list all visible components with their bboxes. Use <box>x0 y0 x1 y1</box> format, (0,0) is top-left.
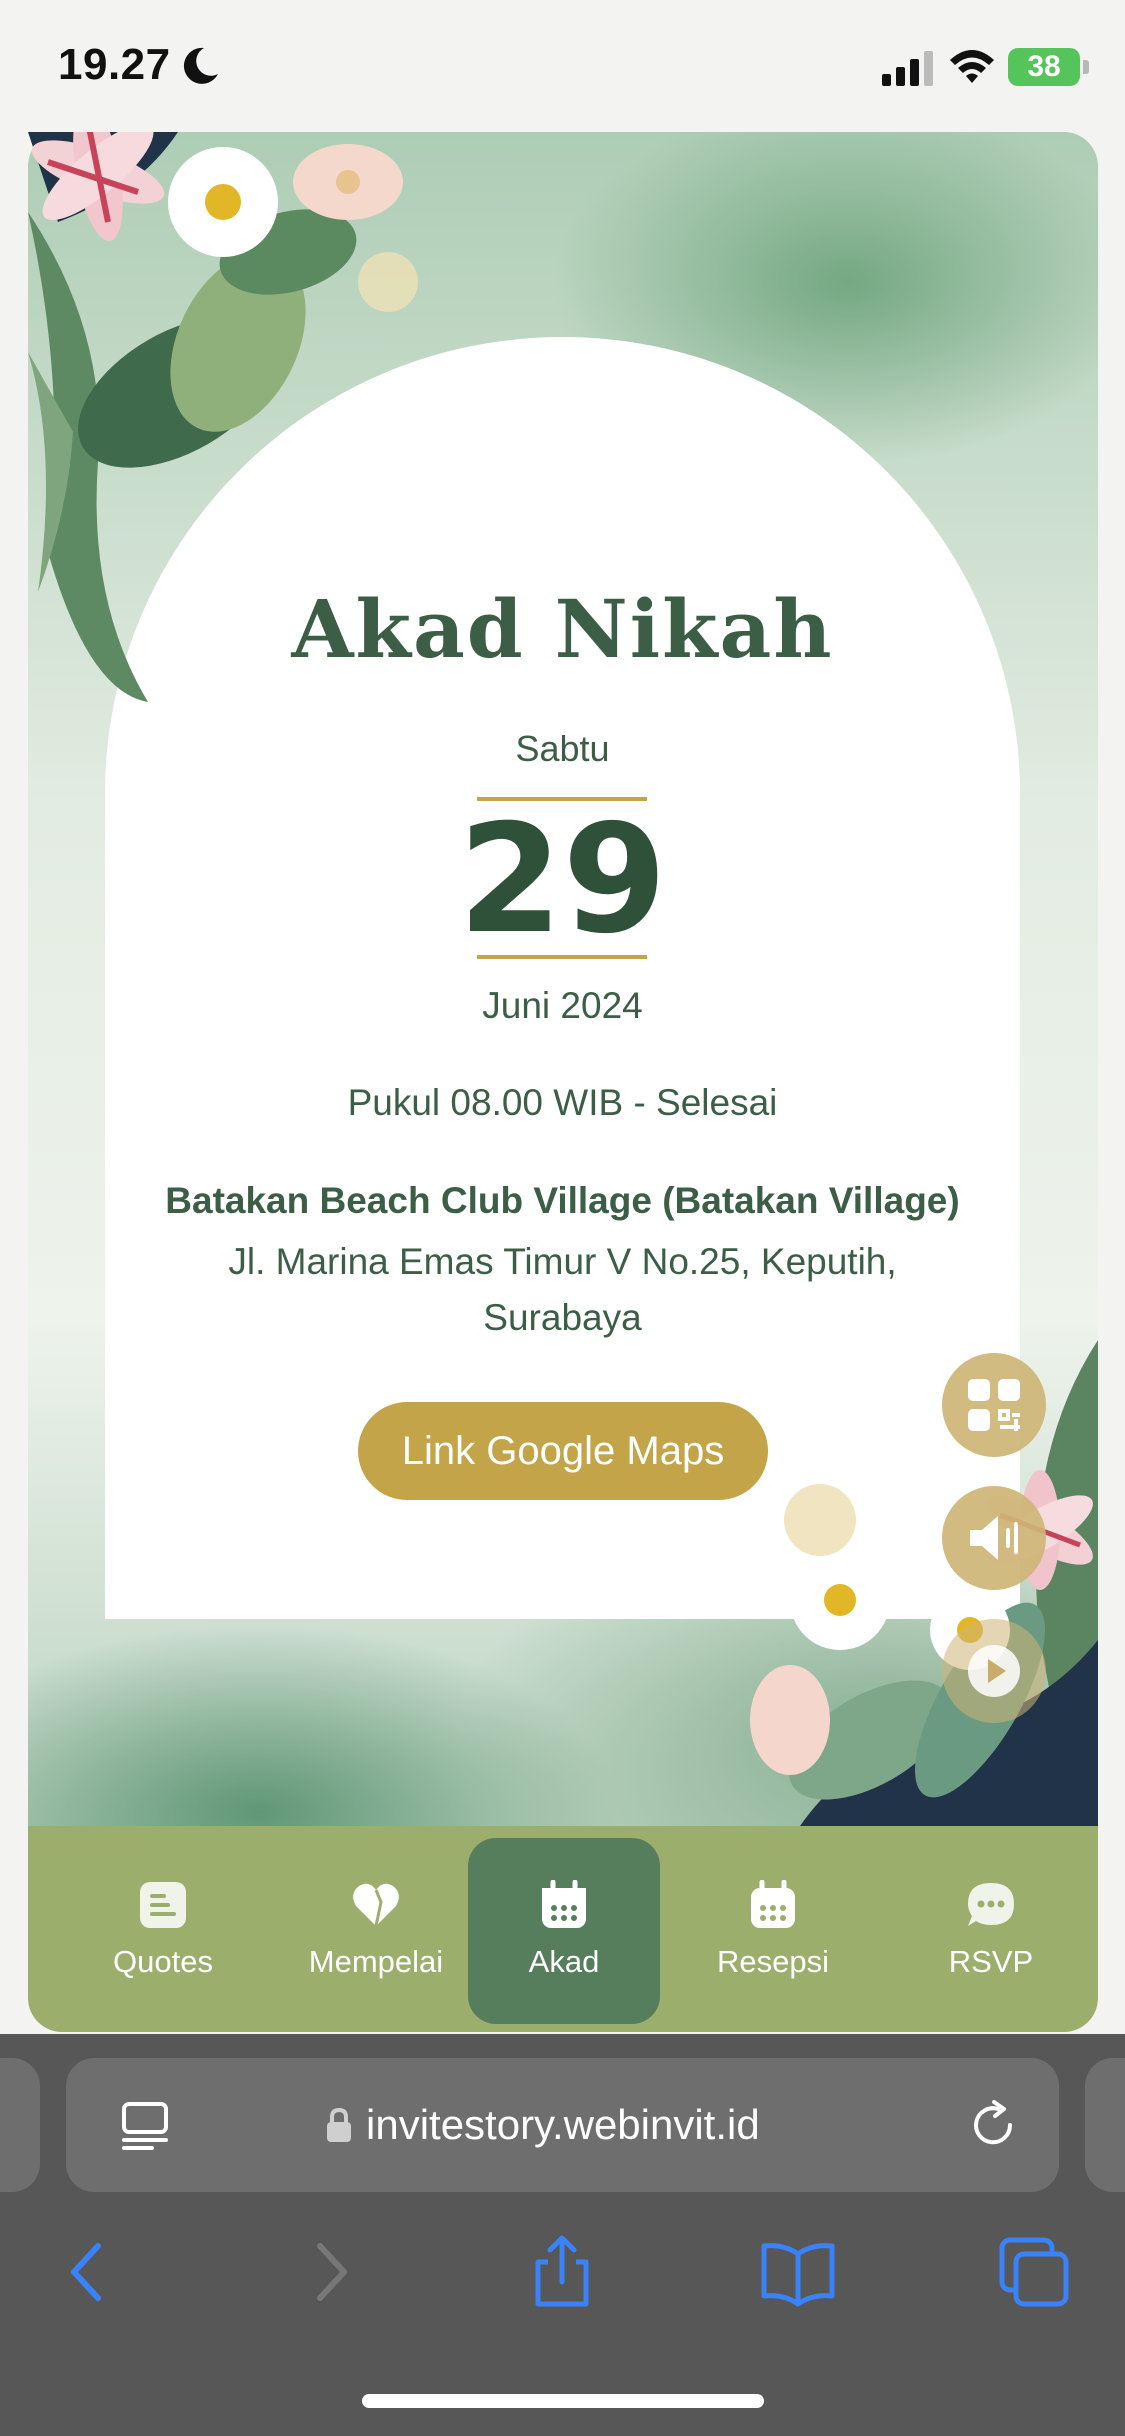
tabs-icon[interactable] <box>994 2232 1074 2312</box>
quote-doc-icon <box>140 1882 186 1928</box>
nav-label: Quotes <box>113 1944 213 1979</box>
home-indicator[interactable] <box>362 2394 764 2408</box>
status-time: 19.27 <box>58 40 171 89</box>
address-bar[interactable]: invitestory.webinvit.id <box>66 2058 1059 2192</box>
event-month-year: Juni 2024 <box>482 985 643 1026</box>
back-icon[interactable] <box>48 2232 128 2312</box>
calendar-icon <box>751 1880 795 1928</box>
nav-tab-rsvp[interactable]: RSVP <box>896 1826 1086 2032</box>
cellular-signal-icon <box>882 51 933 86</box>
nav-tab-quotes[interactable]: Quotes <box>68 1826 258 2032</box>
qr-code-icon <box>968 1379 1020 1431</box>
next-tab-peek[interactable] <box>1085 2058 1125 2192</box>
chat-bubble-icon <box>968 1883 1014 1926</box>
event-venue: Batakan Beach Club Village (Batakan Vill… <box>165 1180 960 1221</box>
google-maps-button[interactable]: Link Google Maps <box>358 1402 768 1500</box>
event-time: Pukul 08.00 WIB - Selesai <box>347 1082 778 1123</box>
calendar-icon <box>542 1880 586 1928</box>
speaker-icon <box>970 1516 1018 1560</box>
previous-tab-peek[interactable] <box>0 2058 40 2192</box>
nav-tab-mempelai[interactable]: Mempelai <box>281 1826 471 2032</box>
nav-tab-resepsi[interactable]: Resepsi <box>678 1826 868 2032</box>
bookmarks-icon[interactable] <box>758 2232 838 2312</box>
music-toggle-button[interactable] <box>942 1486 1046 1590</box>
battery-indicator: 38 <box>1008 48 1089 86</box>
qr-code-button[interactable] <box>942 1353 1046 1457</box>
reader-mode-icon[interactable] <box>116 2096 174 2154</box>
reload-icon[interactable] <box>964 2096 1022 2154</box>
nav-label: Resepsi <box>717 1944 829 1979</box>
share-icon[interactable] <box>522 2232 602 2312</box>
date-divider-bottom <box>477 955 647 959</box>
forward-icon[interactable] <box>290 2232 370 2312</box>
event-title: Akad Nikah <box>291 582 834 676</box>
lock-icon <box>327 2107 351 2142</box>
autoplay-button[interactable] <box>942 1619 1046 1723</box>
moon-icon <box>183 47 218 84</box>
nav-label: Akad <box>528 1944 600 1979</box>
event-address: Jl. Marina Emas Timur V No.25, Keputih, … <box>228 1241 897 1338</box>
status-bar: 19.27 38 <box>0 0 1125 130</box>
section-nav-bar: Quotes Mempelai Akad Resepsi RSVP <box>28 1826 1098 2032</box>
heart-icon <box>353 1883 399 1927</box>
nav-tab-akad[interactable]: Akad <box>468 1838 660 2024</box>
play-icon <box>968 1645 1020 1697</box>
nav-label: Mempelai <box>308 1944 444 1979</box>
wifi-icon <box>950 50 994 83</box>
event-date: 29 <box>458 793 667 967</box>
nav-label: RSVP <box>948 1944 1034 1979</box>
browser-toolbar: invitestory.webinvit.id <box>0 2034 1125 2436</box>
url-text: invitestory.webinvit.id <box>366 2101 760 2148</box>
event-day: Sabtu <box>515 728 610 769</box>
